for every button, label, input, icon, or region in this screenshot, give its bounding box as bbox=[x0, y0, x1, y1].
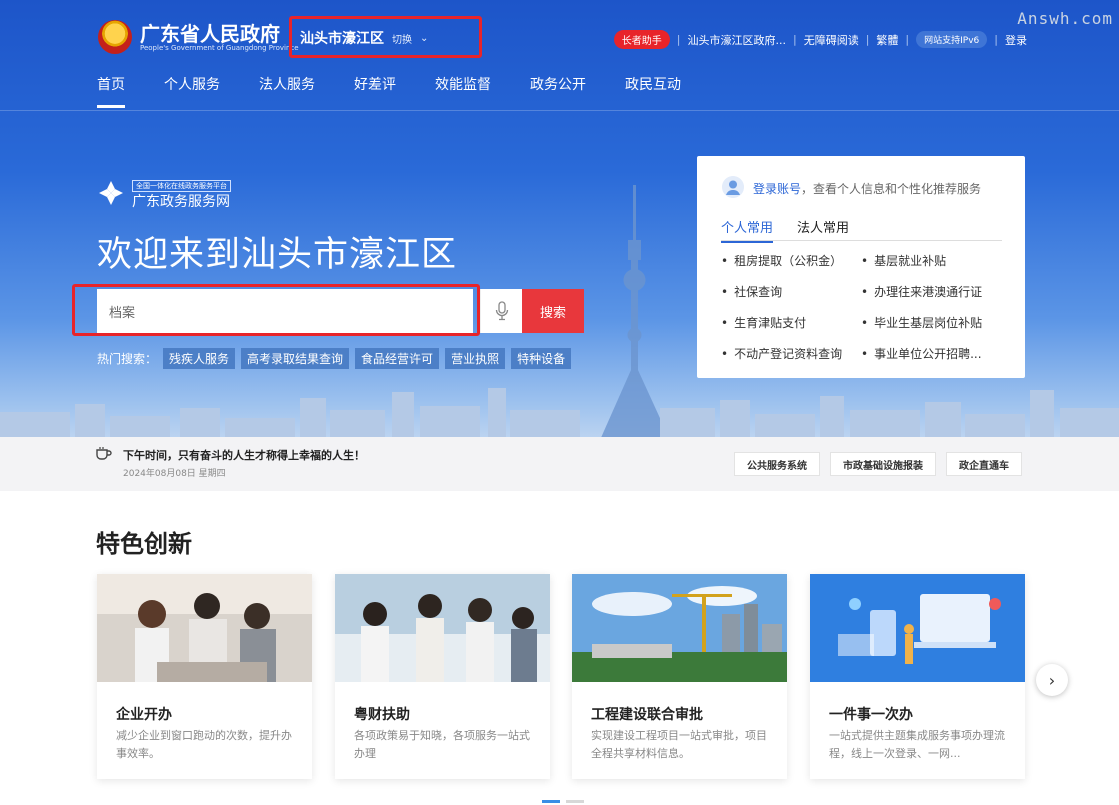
user-avatar-icon bbox=[722, 176, 744, 198]
hot-searches-label: 热门搜索： bbox=[97, 352, 158, 366]
nav-legal-entity-services[interactable]: 法人服务 bbox=[259, 74, 315, 108]
pagination-dot[interactable] bbox=[542, 800, 560, 803]
nav-government-affairs[interactable]: 政务公开 bbox=[530, 74, 586, 108]
business-team-image bbox=[97, 574, 312, 682]
platform-name[interactable]: 广东政务服务网 bbox=[132, 191, 230, 211]
card-description: 减少企业到窗口跑动的次数，提升办事效率。 bbox=[116, 729, 292, 760]
gov-business-express-button[interactable]: 政企直通车 bbox=[946, 452, 1022, 476]
main-nav: 首页 个人服务 法人服务 好差评 效能监督 政务公开 政民互动 bbox=[97, 74, 681, 108]
quick-links: 公共服务系统 市政基础设施报装 政企直通车 bbox=[734, 452, 1022, 476]
card-title: 企业开办 bbox=[116, 707, 172, 723]
pagination-dot[interactable] bbox=[566, 800, 584, 803]
national-emblem-icon bbox=[98, 20, 132, 54]
section-title: 特色创新 bbox=[96, 530, 192, 558]
feature-card[interactable]: 粤财扶助 各项政策易于知晓，各项服务一站式办理 bbox=[335, 574, 550, 779]
search-input[interactable] bbox=[97, 289, 473, 333]
municipal-facility-button[interactable]: 市政基础设施报装 bbox=[830, 452, 936, 476]
list-item[interactable]: 毕业生基层岗位补贴 bbox=[861, 314, 1006, 331]
list-item[interactable]: 租房提取（公积金） bbox=[721, 252, 861, 269]
card-description: 一站式提供主题集成服务事项办理流程，线上一次登录、一网... bbox=[829, 729, 1005, 760]
construction-site-image bbox=[572, 574, 787, 682]
accessibility-link[interactable]: 无障碍阅读 bbox=[804, 32, 859, 48]
nav-evaluation[interactable]: 好差评 bbox=[354, 74, 396, 108]
feature-card[interactable]: 一件事一次办 一站式提供主题集成服务事项办理流程，线上一次登录、一网... bbox=[810, 574, 1025, 779]
region-switcher[interactable]: 汕头市濠江区 切换 ⌄ bbox=[300, 26, 428, 50]
district-gov-link[interactable]: 汕头市濠江区政府... bbox=[687, 32, 786, 48]
hot-search-tag[interactable]: 营业执照 bbox=[445, 348, 506, 369]
card-description: 各项政策易于知晓，各项服务一站式办理 bbox=[354, 729, 530, 760]
list-item[interactable]: 事业单位公开招聘... bbox=[861, 345, 1006, 362]
motto-text: 下午时间，只有奋斗的人生才称得上幸福的人生！ bbox=[123, 449, 365, 462]
card-title: 工程建设联合审批 bbox=[591, 707, 703, 723]
card-title: 粤财扶助 bbox=[354, 707, 410, 723]
nav-public-interaction[interactable]: 政民互动 bbox=[625, 74, 681, 108]
traditional-chinese-link[interactable]: 繁體 bbox=[876, 32, 898, 48]
site-title[interactable]: 广东省人民政府 bbox=[140, 18, 280, 47]
region-name: 汕头市濠江区 bbox=[300, 31, 384, 47]
feature-card[interactable]: 工程建设联合审批 实现建设工程项目一站式审批，项目全程共享材料信息。 bbox=[572, 574, 787, 779]
nav-home[interactable]: 首页 bbox=[97, 74, 125, 108]
login-prompt-text: ，查看个人信息和个性化推荐服务 bbox=[801, 182, 982, 196]
hot-search-tag[interactable]: 食品经营许可 bbox=[355, 348, 440, 369]
chevron-right-icon: › bbox=[1048, 670, 1056, 690]
hot-search-tag[interactable]: 高考录取结果查询 bbox=[241, 348, 350, 369]
nav-divider bbox=[0, 110, 1119, 111]
login-link[interactable]: 登录 bbox=[1005, 32, 1027, 48]
microphone-icon[interactable] bbox=[480, 289, 522, 333]
elder-assistant-link[interactable]: 长者助手 bbox=[613, 30, 670, 49]
carousel-next-button[interactable]: › bbox=[1036, 664, 1068, 696]
common-services-list: 租房提取（公积金） 基层就业补贴 社保查询 办理往来港澳通行证 生育津贴支付 毕… bbox=[721, 252, 1011, 362]
card-description: 实现建设工程项目一站式审批，项目全程共享材料信息。 bbox=[591, 729, 767, 760]
search-button[interactable]: 搜索 bbox=[522, 289, 584, 333]
feature-card[interactable]: 企业开办 减少企业到窗口跑动的次数，提升办事效率。 bbox=[97, 574, 312, 779]
city-skyline-illustration bbox=[0, 388, 1119, 440]
carousel-pagination bbox=[542, 800, 584, 803]
login-account-link[interactable]: 登录账号 bbox=[753, 182, 801, 196]
list-item[interactable]: 生育津贴支付 bbox=[721, 314, 861, 331]
card-title: 一件事一次办 bbox=[829, 707, 913, 723]
site-subtitle: People's Government of Guangdong Provinc… bbox=[140, 44, 299, 52]
service-platform-logo-icon bbox=[99, 181, 123, 205]
coffee-cup-icon bbox=[96, 447, 112, 460]
hot-searches: 热门搜索： 残疾人服务 高考录取结果查询 食品经营许可 营业执照 特种设备 bbox=[97, 348, 572, 369]
chevron-down-icon: ⌄ bbox=[420, 32, 429, 44]
list-item[interactable]: 不动产登记资料查询 bbox=[721, 345, 861, 362]
nav-personal-services[interactable]: 个人服务 bbox=[164, 74, 220, 108]
cheering-team-image bbox=[335, 574, 550, 682]
nav-efficiency-supervision[interactable]: 效能监督 bbox=[435, 74, 491, 108]
public-service-system-button[interactable]: 公共服务系统 bbox=[734, 452, 820, 476]
list-item[interactable]: 社保查询 bbox=[721, 283, 861, 300]
list-item[interactable]: 基层就业补贴 bbox=[861, 252, 1006, 269]
tabs-divider bbox=[721, 240, 1002, 241]
hot-search-tag[interactable]: 特种设备 bbox=[511, 348, 572, 369]
top-links: 长者助手 | 汕头市濠江区政府... | 无障碍阅读 | 繁體 | 网站支持IP… bbox=[613, 30, 1027, 49]
login-prompt: 登录账号，查看个人信息和个性化推荐服务 bbox=[753, 180, 981, 197]
date-text: 2024年08月08日 星期四 bbox=[123, 469, 226, 479]
welcome-heading: 欢迎来到汕头市濠江区 bbox=[97, 235, 458, 275]
ipv6-badge: 网站支持IPv6 bbox=[916, 31, 988, 48]
switch-label[interactable]: 切换 bbox=[392, 31, 412, 46]
digital-services-image bbox=[810, 574, 1025, 682]
watermark: Answh.com bbox=[1017, 9, 1113, 28]
hot-search-tag[interactable]: 残疾人服务 bbox=[163, 348, 236, 369]
list-item[interactable]: 办理往来港澳通行证 bbox=[861, 283, 1006, 300]
